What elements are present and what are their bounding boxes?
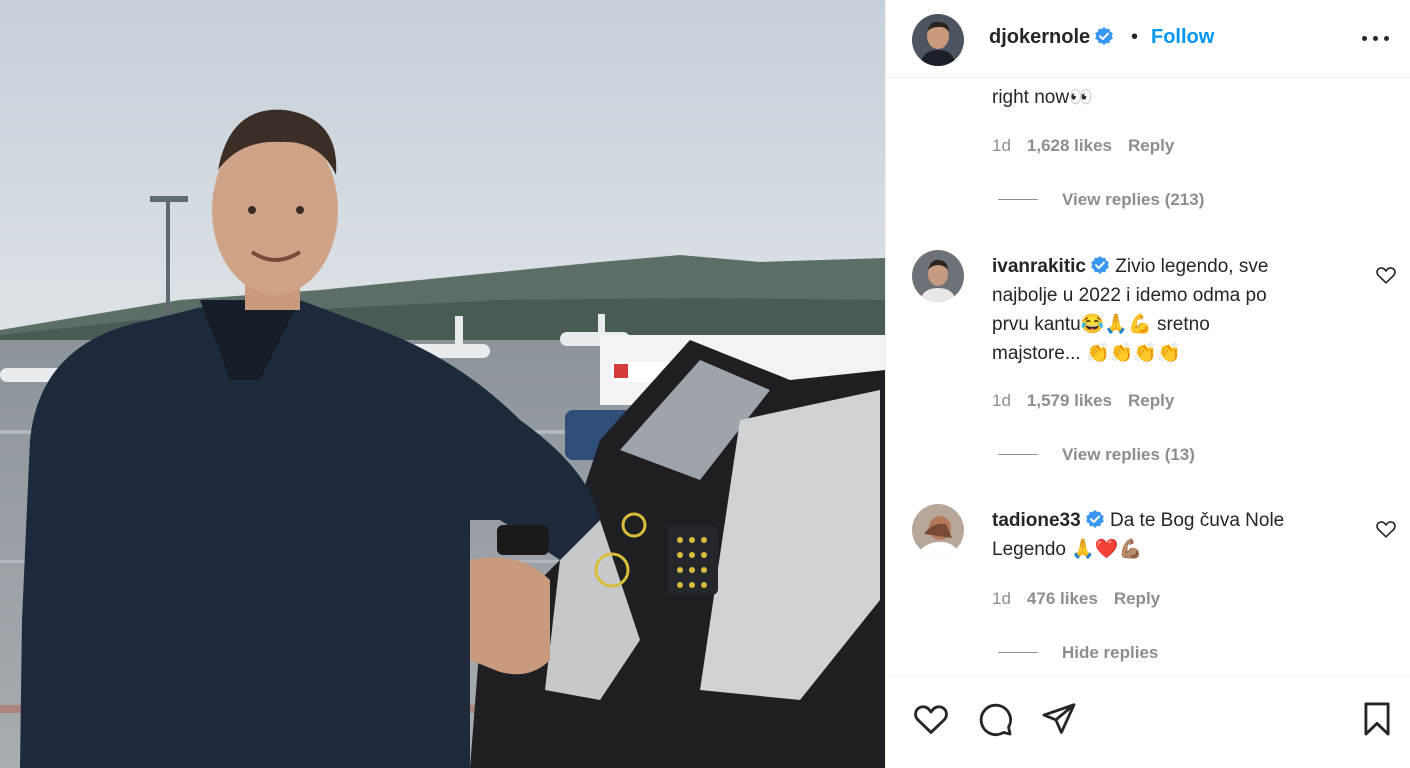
- header-separator: •: [1131, 26, 1139, 48]
- comment-body: tadione33 Da te Bog čuva Nole Legendo 🙏❤…: [992, 506, 1332, 564]
- post-photo-image: [0, 0, 885, 768]
- view-replies-button[interactable]: View replies (13): [998, 445, 1195, 465]
- comment-likes[interactable]: 476 likes: [1027, 589, 1098, 608]
- comment-username[interactable]: tadione33: [992, 510, 1081, 531]
- post-photo: [0, 0, 885, 768]
- comment-likes[interactable]: 1,628 likes: [1027, 136, 1112, 155]
- comment-age: 1d: [992, 589, 1011, 608]
- comment-age: 1d: [992, 391, 1011, 410]
- bookmark-icon[interactable]: [1358, 700, 1396, 738]
- view-replies-label[interactable]: View replies (13): [1062, 445, 1195, 464]
- replies-divider: [998, 652, 1038, 653]
- post-header: djokernole • Follow: [886, 0, 1410, 78]
- comment-meta: 1d 1,579 likes Reply: [992, 391, 1190, 411]
- follow-button[interactable]: Follow: [1151, 26, 1214, 49]
- verified-badge-icon: [1095, 27, 1113, 45]
- reply-button[interactable]: Reply: [1114, 589, 1160, 608]
- view-replies-button[interactable]: View replies (213): [998, 190, 1204, 210]
- author-username-text[interactable]: djokernole: [989, 26, 1090, 48]
- hide-replies-button[interactable]: Hide replies: [998, 643, 1158, 663]
- replies-divider: [998, 454, 1038, 455]
- comment-text-line: Legendo 🙏❤️💪🏽: [992, 539, 1143, 560]
- comment-body: ivanrakitic Zivio legendo, sve najbolje …: [992, 252, 1332, 368]
- share-icon[interactable]: [1040, 700, 1078, 738]
- comment-text: right now👀: [992, 87, 1093, 108]
- comments-list: right now👀 1d 1,628 likes Reply View repli…: [886, 78, 1410, 676]
- comment-age: 1d: [992, 136, 1011, 155]
- comment-icon[interactable]: [976, 700, 1014, 738]
- post-actions-bar: [886, 676, 1410, 768]
- verified-badge-icon: [1085, 510, 1104, 528]
- comment-text-line: Da te Bog čuva Nole: [1109, 510, 1285, 531]
- view-replies-label[interactable]: View replies (213): [1062, 190, 1204, 209]
- like-comment-heart-icon[interactable]: [1375, 518, 1397, 540]
- author-username[interactable]: djokernole: [989, 26, 1114, 49]
- comment-username[interactable]: ivanrakitic: [992, 256, 1086, 277]
- comment-text-line: majstore... 👏👏👏👏: [992, 343, 1181, 364]
- author-avatar[interactable]: [912, 14, 964, 66]
- comment-text-line: Zivio legendo, sve: [1115, 256, 1269, 277]
- like-comment-heart-icon[interactable]: [1375, 264, 1397, 286]
- replies-divider: [998, 199, 1038, 200]
- post-side-panel: djokernole • Follow right now👀 1d 1,628 l…: [885, 0, 1410, 768]
- commenter-avatar[interactable]: [912, 250, 964, 302]
- hide-replies-label[interactable]: Hide replies: [1062, 643, 1158, 662]
- comment-text-line: najbolje u 2022 i idemo odma po: [992, 285, 1267, 306]
- comment-meta: 1d 1,628 likes Reply: [992, 136, 1190, 156]
- comment-likes[interactable]: 1,579 likes: [1027, 391, 1112, 410]
- verified-badge-icon: [1091, 256, 1109, 274]
- more-options-icon[interactable]: [1360, 27, 1392, 51]
- comment-text-line: prvu kantu😂🙏💪 sretno: [992, 314, 1210, 335]
- heart-icon[interactable]: [912, 700, 950, 738]
- comment-meta: 1d 476 likes Reply: [992, 589, 1176, 609]
- reply-button[interactable]: Reply: [1128, 136, 1174, 155]
- commenter-avatar[interactable]: [912, 504, 964, 556]
- reply-button[interactable]: Reply: [1128, 391, 1174, 410]
